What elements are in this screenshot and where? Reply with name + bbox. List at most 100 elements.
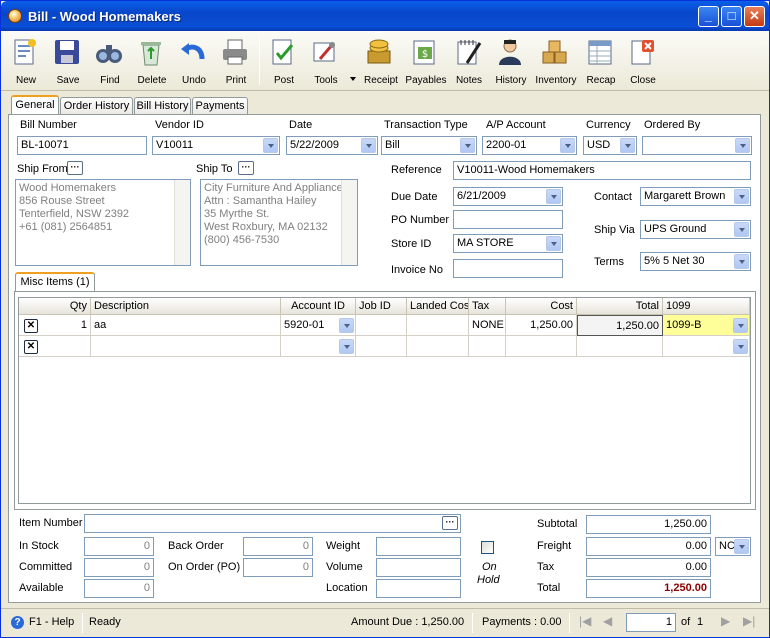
freight-tax-code-combo[interactable]: NC	[715, 537, 751, 556]
store-id-combo[interactable]: MA STORE	[453, 234, 563, 253]
tab-misc-items[interactable]: Misc Items (1)	[15, 272, 95, 292]
account-dropdown[interactable]	[339, 317, 355, 334]
chevron-down-icon[interactable]	[546, 236, 561, 251]
chevron-down-icon[interactable]	[734, 539, 749, 554]
scrollbar[interactable]	[341, 180, 357, 265]
help-text[interactable]: F1 - Help	[29, 616, 74, 628]
undo-button[interactable]: Undo	[170, 33, 218, 89]
committed-label: Committed	[19, 561, 73, 573]
cell-qty[interactable]: 1	[19, 315, 91, 336]
chevron-down-icon[interactable]	[339, 339, 354, 354]
scrollbar[interactable]	[174, 180, 190, 265]
prev-page-icon[interactable]: ◀	[603, 614, 612, 628]
ship-from-lookup-button[interactable]: ···	[67, 161, 83, 175]
ordered-by-combo[interactable]	[642, 136, 752, 155]
col-account-id[interactable]: Account ID	[281, 298, 356, 315]
transaction-type-combo[interactable]: Bill	[381, 136, 477, 155]
cell-description[interactable]: aa	[91, 315, 281, 336]
terms-combo[interactable]: 5% 5 Net 30	[640, 252, 751, 271]
col-total[interactable]: Total	[577, 298, 663, 315]
recap-button[interactable]: Recap	[577, 33, 625, 89]
po-number-field[interactable]	[453, 210, 563, 229]
tab-order-history[interactable]: Order History	[60, 97, 133, 115]
history-button[interactable]: History	[487, 33, 535, 89]
on-hold-checkbox[interactable]	[481, 541, 494, 554]
receipt-coins-icon	[367, 39, 391, 64]
chevron-down-icon[interactable]	[361, 138, 376, 153]
post-button[interactable]: Post	[260, 33, 308, 89]
cell-qty[interactable]	[19, 336, 91, 357]
cell-tax[interactable]: NONE	[469, 315, 506, 336]
col-1099[interactable]: 1099	[663, 298, 750, 315]
first-page-icon[interactable]: |◀	[579, 614, 591, 628]
delete-button[interactable]: Delete	[128, 33, 176, 89]
chevron-down-icon[interactable]	[734, 222, 749, 237]
payables-button[interactable]: $ Payables	[402, 33, 450, 89]
col-landed-cost[interactable]: Landed Cos	[407, 298, 469, 315]
chevron-down-icon[interactable]	[460, 138, 475, 153]
col-cost[interactable]: Cost	[506, 298, 577, 315]
col-description[interactable]: Description	[91, 298, 281, 315]
binoculars-icon	[96, 45, 122, 63]
tab-payments[interactable]: Payments	[192, 97, 248, 115]
cell-landed-cost[interactable]	[407, 336, 469, 357]
next-page-icon[interactable]: ▶	[721, 614, 730, 628]
reference-field[interactable]: V10011-Wood Homemakers	[453, 161, 751, 180]
chevron-down-icon[interactable]	[620, 138, 635, 153]
ship-to-lookup-button[interactable]: ···	[238, 161, 254, 175]
cell-cost[interactable]: 1,250.00	[506, 315, 577, 336]
col-tax[interactable]: Tax	[469, 298, 506, 315]
bill-number-field[interactable]: BL-10071	[17, 136, 147, 155]
chevron-down-icon[interactable]	[733, 318, 748, 333]
cell-cost[interactable]	[506, 336, 577, 357]
col-job-id[interactable]: Job ID	[356, 298, 407, 315]
last-page-icon[interactable]: ▶|	[743, 614, 755, 628]
chevron-down-icon[interactable]	[735, 138, 750, 153]
account-dropdown[interactable]	[339, 338, 355, 355]
ship-via-combo[interactable]: UPS Ground	[640, 220, 751, 239]
minimize-icon[interactable]: _	[698, 6, 719, 27]
maximize-icon[interactable]: □	[721, 6, 742, 27]
invoice-no-field[interactable]	[453, 259, 563, 278]
new-button[interactable]: New	[2, 33, 50, 89]
col-qty[interactable]: Qty	[19, 298, 91, 315]
cell-total[interactable]	[577, 336, 663, 357]
page-number-input[interactable]: 1	[626, 613, 676, 632]
vendor-id-combo[interactable]: V10011	[152, 136, 280, 155]
chevron-down-icon[interactable]	[734, 189, 749, 204]
notes-button[interactable]: Notes	[445, 33, 493, 89]
find-button[interactable]: Find	[86, 33, 134, 89]
ap-account-combo[interactable]: 2200-01	[482, 136, 577, 155]
print-button[interactable]: Print	[212, 33, 260, 89]
save-button[interactable]: Save	[44, 33, 92, 89]
tools-button[interactable]: Tools	[302, 33, 350, 89]
cell-job-id[interactable]	[356, 336, 407, 357]
freight-field[interactable]: 0.00	[586, 537, 711, 556]
chevron-down-icon[interactable]	[339, 318, 354, 333]
receipt-button[interactable]: Receipt	[357, 33, 405, 89]
close-button[interactable]: Close	[619, 33, 667, 89]
date-picker[interactable]: 5/22/2009	[286, 136, 378, 155]
cell-description[interactable]	[91, 336, 281, 357]
due-date-picker[interactable]: 6/21/2009	[453, 187, 563, 206]
form-1099-dropdown[interactable]	[733, 317, 749, 334]
inventory-button[interactable]: Inventory	[532, 33, 580, 89]
tab-general[interactable]: General	[11, 95, 59, 115]
chevron-down-icon[interactable]	[546, 189, 561, 204]
cell-job-id[interactable]	[356, 315, 407, 336]
item-number-lookup-button[interactable]: ···	[442, 516, 458, 530]
cell-tax[interactable]	[469, 336, 506, 357]
contact-combo[interactable]: Margarett Brown	[640, 187, 751, 206]
close-icon[interactable]: ✕	[744, 6, 765, 27]
chevron-down-icon[interactable]	[733, 339, 748, 354]
item-number-field[interactable]	[84, 514, 461, 533]
form-1099-dropdown[interactable]	[733, 338, 749, 355]
tab-bill-history[interactable]: Bill History	[134, 97, 191, 115]
chevron-down-icon[interactable]	[263, 138, 278, 153]
tools-dropdown-icon[interactable]	[350, 77, 356, 81]
currency-combo[interactable]: USD	[583, 136, 637, 155]
chevron-down-icon[interactable]	[734, 254, 749, 269]
chevron-down-icon[interactable]	[560, 138, 575, 153]
cell-total[interactable]: 1,250.00	[577, 315, 663, 336]
cell-landed-cost[interactable]	[407, 315, 469, 336]
